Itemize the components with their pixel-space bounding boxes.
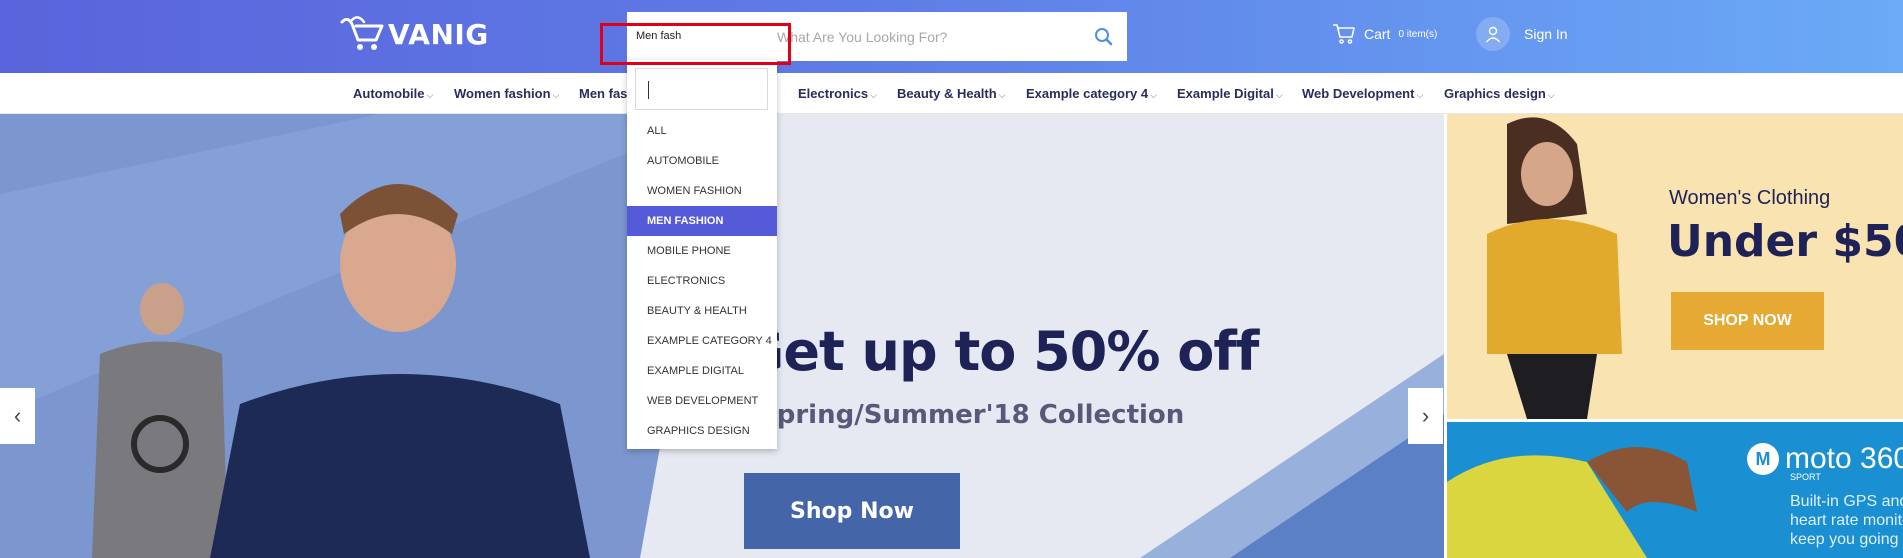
- site-header: VANIG Men fash Cart 0 item(s) Sign In: [0, 0, 1903, 73]
- dropdown-option-mobile-phone[interactable]: MOBILE PHONE: [627, 236, 777, 266]
- dropdown-option-graphics-design[interactable]: GRAPHICS DESIGN: [627, 416, 777, 446]
- user-avatar: [1476, 17, 1510, 51]
- dropdown-option-automobile[interactable]: AUTOMOBILE: [627, 146, 777, 176]
- moto-desc-line: Built-in GPS and: [1790, 493, 1903, 510]
- cart-icon: [1333, 24, 1355, 44]
- search-input[interactable]: [777, 12, 1067, 61]
- side-banner-moto360[interactable]: M moto 360 SPORT Built-in GPS and heart …: [1447, 422, 1903, 558]
- side-banner-womens-clothing[interactable]: Women's Clothing Under $50 SHOP NOW: [1447, 114, 1903, 419]
- logo-text: VANIG: [388, 17, 489, 51]
- highlight-box: [600, 23, 791, 65]
- slider-next-button[interactable]: ›: [1408, 388, 1443, 444]
- site-logo[interactable]: VANIG: [338, 14, 489, 54]
- chevron-down-icon: ⌵: [1547, 90, 1555, 100]
- dropdown-option-men-fashion[interactable]: MEN FASHION: [627, 206, 777, 236]
- chevron-down-icon: ⌵: [870, 90, 877, 100]
- dropdown-option-example-category-4[interactable]: EXAMPLE CATEGORY 4: [627, 326, 777, 356]
- moto-desc-line: keep you going: [1790, 531, 1899, 548]
- cart-link[interactable]: Cart 0 item(s): [1332, 22, 1437, 46]
- moto-logo: M moto 360: [1747, 442, 1903, 476]
- dropdown-options: ALL AUTOMOBILE WOMEN FASHION MEN FASHION…: [627, 116, 777, 446]
- moto-brand: moto 360: [1785, 442, 1903, 475]
- nav-item-women-fashion[interactable]: Women fashion ⌵: [454, 86, 559, 101]
- cart-label: Cart: [1364, 26, 1391, 42]
- search-button[interactable]: [1093, 26, 1115, 48]
- chevron-down-icon: ⌵: [1275, 90, 1283, 100]
- cart-count: 0 item(s): [1398, 28, 1438, 40]
- category-dropdown: ALL AUTOMOBILE WOMEN FASHION MEN FASHION…: [627, 60, 777, 449]
- dropdown-option-women-fashion[interactable]: WOMEN FASHION: [627, 176, 777, 206]
- nav-item-label: Beauty & Health: [897, 86, 997, 101]
- nav-item-example-category-4[interactable]: Example category 4 ⌵: [1026, 86, 1157, 101]
- side-banner-price: Under $50: [1667, 216, 1903, 267]
- nav-item-label: Graphics design: [1444, 86, 1546, 101]
- search-icon: [1095, 28, 1113, 46]
- chevron-down-icon: ⌵: [426, 90, 434, 100]
- model-image: [1487, 117, 1622, 419]
- moto-description: Built-in GPS and heart rate monitor keep…: [1790, 492, 1903, 549]
- chevron-down-icon: ⌵: [998, 90, 1006, 100]
- side-shop-now-button[interactable]: SHOP NOW: [1671, 292, 1824, 350]
- user-icon: [1485, 26, 1501, 43]
- nav-item-label: Example category 4: [1026, 86, 1149, 101]
- nav-item-label: Automobile: [353, 86, 425, 101]
- nav-item-label: Men fas: [579, 86, 628, 101]
- chevron-down-icon: ⌵: [552, 90, 560, 100]
- category-nav: Automobile ⌵ Women fashion ⌵ Men fas Elect…: [0, 73, 1903, 114]
- dropdown-option-example-digital[interactable]: EXAMPLE DIGITAL: [627, 356, 777, 386]
- nav-item-graphics-design[interactable]: Graphics design ⌵: [1444, 86, 1555, 101]
- dropdown-option-electronics[interactable]: ELECTRONICS: [627, 266, 777, 296]
- nav-item-label: Example Digital: [1177, 86, 1274, 101]
- nav-item-label: Electronics: [798, 86, 869, 101]
- moto-logo-icon: M: [1747, 443, 1779, 475]
- moto-desc-line: heart rate monitor: [1790, 512, 1903, 529]
- logo-cart-icon: [340, 16, 384, 50]
- nav-item-automobile[interactable]: Automobile ⌵: [353, 86, 433, 101]
- signin-label: Sign In: [1524, 26, 1568, 42]
- hero-headline: Get up to 50% off: [740, 320, 1259, 383]
- chevron-down-icon: ⌵: [1150, 90, 1157, 100]
- nav-item-label: Web Development: [1302, 86, 1415, 101]
- nav-item-beauty-health[interactable]: Beauty & Health ⌵: [897, 86, 1006, 101]
- slider-prev-button[interactable]: ‹: [0, 388, 35, 444]
- text-cursor: [648, 81, 649, 99]
- moto-sport-label: SPORT: [1790, 472, 1821, 482]
- dropdown-option-web-development[interactable]: WEB DEVELOPMENT: [627, 386, 777, 416]
- nav-item-men-fashion[interactable]: Men fas: [579, 86, 627, 101]
- shop-now-button[interactable]: Shop Now: [744, 473, 960, 549]
- nav-item-electronics[interactable]: Electronics ⌵: [798, 86, 877, 101]
- athlete-image: [1447, 447, 1697, 558]
- chevron-down-icon: ⌵: [1416, 90, 1424, 100]
- nav-item-label: Women fashion: [454, 86, 551, 101]
- side-banner-title: Women's Clothing: [1669, 187, 1831, 209]
- dropdown-search-input[interactable]: [635, 68, 768, 110]
- dropdown-option-all[interactable]: ALL: [627, 116, 777, 146]
- nav-item-web-development[interactable]: Web Development ⌵: [1302, 86, 1423, 101]
- nav-item-example-digital[interactable]: Example Digital ⌵: [1177, 86, 1283, 101]
- dropdown-option-beauty-health[interactable]: BEAUTY & HEALTH: [627, 296, 777, 326]
- hero-subline: Spring/Summer'18 Collection: [758, 400, 1185, 430]
- signin-link[interactable]: Sign In: [1476, 17, 1568, 51]
